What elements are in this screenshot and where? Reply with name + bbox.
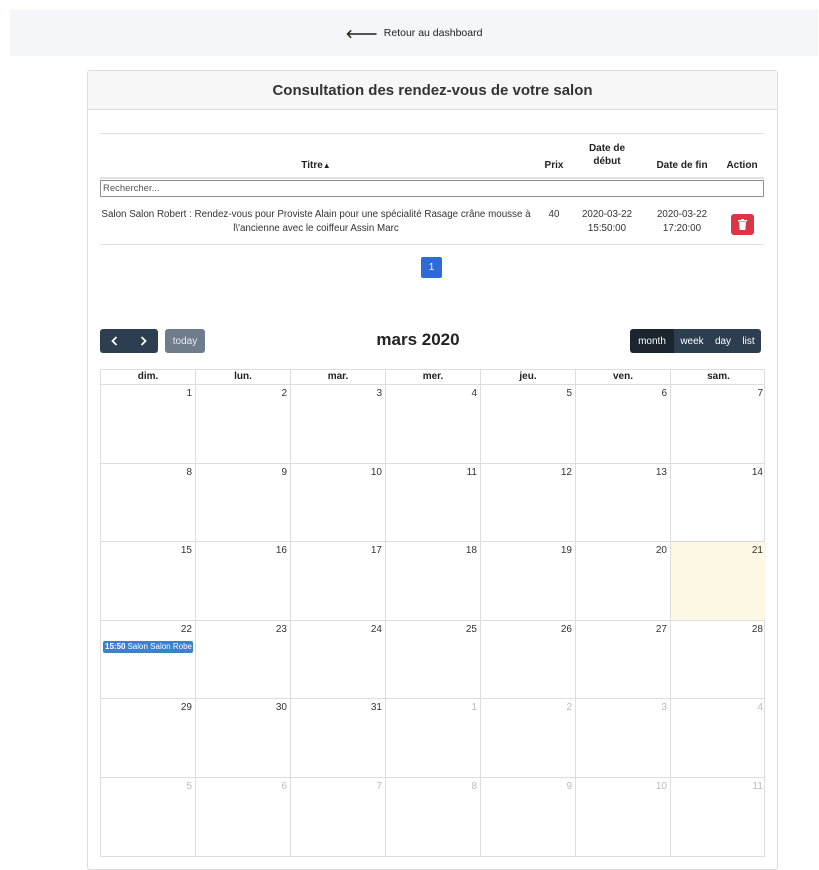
view-month-button[interactable]: month <box>630 329 674 353</box>
calendar-day[interactable]: 29 <box>101 699 196 777</box>
sort-asc-icon: ▲ <box>322 161 331 170</box>
calendar-day[interactable]: 26 <box>481 620 576 698</box>
calendar-grid: dim. lun. mar. mer. jeu. ven. sam. 1 2 3… <box>100 369 766 857</box>
pagination-page-1[interactable]: 1 <box>421 257 442 278</box>
weekday-sat: sam. <box>707 371 730 382</box>
calendar-day[interactable]: 19 <box>481 542 576 620</box>
calendar-day[interactable]: 8 <box>101 463 196 541</box>
calendar-day[interactable]: 16 <box>196 542 291 620</box>
back-to-dashboard-link[interactable]: 🡐 Retour au dashboard <box>346 26 483 41</box>
calendar-day[interactable]: 25 <box>386 620 481 698</box>
calendar-day-other-month[interactable]: 10 <box>576 777 671 856</box>
calendar-day[interactable]: 10 <box>291 463 386 541</box>
appointments-card: Consultation des rendez-vous de votre sa… <box>87 70 778 870</box>
calendar-day[interactable]: 18 <box>386 542 481 620</box>
calendar-day[interactable]: 3 <box>291 385 386 463</box>
calendar-week: 22 15:50 Salon Salon Robe 23 24 25 26 27 … <box>101 620 766 699</box>
search-input[interactable] <box>100 180 764 197</box>
calendar-day[interactable]: 17 <box>291 542 386 620</box>
day-number: 22 <box>180 623 192 635</box>
weekday-tue: mar. <box>291 370 386 384</box>
calendar-day-today[interactable]: 21 <box>671 542 766 620</box>
column-header-action: Action <box>726 160 758 171</box>
cell-titre: Salon Salon Robert : Rendez-vous pour Pr… <box>101 209 531 235</box>
calendar-day[interactable]: 2 <box>196 385 291 463</box>
delete-button[interactable] <box>731 214 754 235</box>
calendar-day[interactable]: 20 <box>576 542 671 620</box>
calendar-week: 1 2 3 4 5 6 7 <box>101 385 764 464</box>
view-list-button[interactable]: list <box>736 329 761 353</box>
calendar-day[interactable]: 11 <box>386 463 481 541</box>
calendar-day[interactable]: 24 <box>291 620 386 698</box>
arrow-left-icon: 🡐 <box>345 26 378 41</box>
calendar-day[interactable]: 12 <box>481 463 576 541</box>
view-day-button[interactable]: day <box>710 329 736 353</box>
calendar-day[interactable]: 4 <box>386 385 481 463</box>
weekday-wed: mer. <box>386 370 481 384</box>
calendar-week: 8 9 10 11 12 13 14 <box>101 463 766 542</box>
column-header-prix[interactable]: Prix <box>534 160 574 173</box>
event-title: Salon Salon Robe <box>127 641 192 651</box>
column-header-date-debut[interactable]: Date de début <box>576 143 638 168</box>
appointments-table: Titre▲ Prix Date de début Date de fin Ac… <box>100 133 764 245</box>
cell-prix: 40 <box>548 209 560 220</box>
calendar-day[interactable]: 14 <box>671 464 766 542</box>
search-row <box>100 179 764 199</box>
calendar-day-other-month[interactable]: 4 <box>671 699 766 777</box>
view-week-button[interactable]: week <box>674 329 710 353</box>
calendar-event[interactable]: 15:50 Salon Salon Robe <box>103 640 193 653</box>
table-header: Titre▲ Prix Date de début Date de fin Ac… <box>100 133 764 179</box>
table-row: Salon Salon Robert : Rendez-vous pour Pr… <box>100 199 764 245</box>
calendar-day[interactable]: 31 <box>291 699 386 777</box>
calendar-week: 5 6 7 8 9 10 11 <box>101 777 766 857</box>
calendar-day[interactable]: 7 <box>671 385 766 463</box>
event-time: 15:50 <box>105 641 126 651</box>
calendar-day[interactable]: 28 <box>671 621 766 699</box>
weekday-header: dim. lun. mar. mer. jeu. ven. sam. <box>101 370 764 385</box>
calendar-week: 29 30 31 1 2 3 4 <box>101 699 764 778</box>
card-title: Consultation des rendez-vous de votre sa… <box>88 71 777 110</box>
calendar-day[interactable]: 27 <box>576 620 671 698</box>
calendar-day[interactable]: 15 <box>101 542 196 620</box>
calendar-day[interactable]: 1 <box>101 385 196 463</box>
back-link-label: Retour au dashboard <box>383 27 483 39</box>
view-switcher: month week day list <box>630 329 761 353</box>
calendar-day-other-month[interactable]: 5 <box>101 777 196 856</box>
trash-icon <box>738 219 747 230</box>
calendar-day[interactable]: 13 <box>576 463 671 541</box>
column-header-date-fin[interactable]: Date de fin <box>648 160 716 173</box>
calendar-day-other-month[interactable]: 8 <box>386 777 481 856</box>
calendar-day-other-month[interactable]: 11 <box>671 778 766 857</box>
calendar-toolbar: today mars 2020 month week day list <box>100 329 766 353</box>
calendar-day[interactable]: 5 <box>481 385 576 463</box>
calendar-day-other-month[interactable]: 3 <box>576 699 671 777</box>
calendar-day[interactable]: 22 15:50 Salon Salon Robe <box>101 620 196 698</box>
calendar-day-other-month[interactable]: 7 <box>291 777 386 856</box>
calendar-day[interactable]: 6 <box>576 385 671 463</box>
calendar-day-other-month[interactable]: 9 <box>481 777 576 856</box>
column-header-titre[interactable]: Titre▲ <box>100 160 532 173</box>
calendar-day[interactable]: 23 <box>196 620 291 698</box>
top-bar: 🡐 Retour au dashboard <box>10 10 818 56</box>
calendar-day-other-month[interactable]: 6 <box>196 777 291 856</box>
weekday-thu: jeu. <box>481 370 576 384</box>
weekday-fri: ven. <box>576 370 671 384</box>
cell-date-fin: 2020-03-22 17:20:00 <box>656 209 708 235</box>
calendar-day[interactable]: 9 <box>196 463 291 541</box>
calendar-day-other-month[interactable]: 2 <box>481 699 576 777</box>
weekday-sun: dim. <box>101 370 196 384</box>
calendar-week: 15 16 17 18 19 20 21 <box>101 542 766 621</box>
cell-date-debut: 2020-03-22 15:50:00 <box>581 209 633 235</box>
calendar-day[interactable]: 30 <box>196 699 291 777</box>
calendar-day-other-month[interactable]: 1 <box>386 699 481 777</box>
weekday-mon: lun. <box>196 370 291 384</box>
